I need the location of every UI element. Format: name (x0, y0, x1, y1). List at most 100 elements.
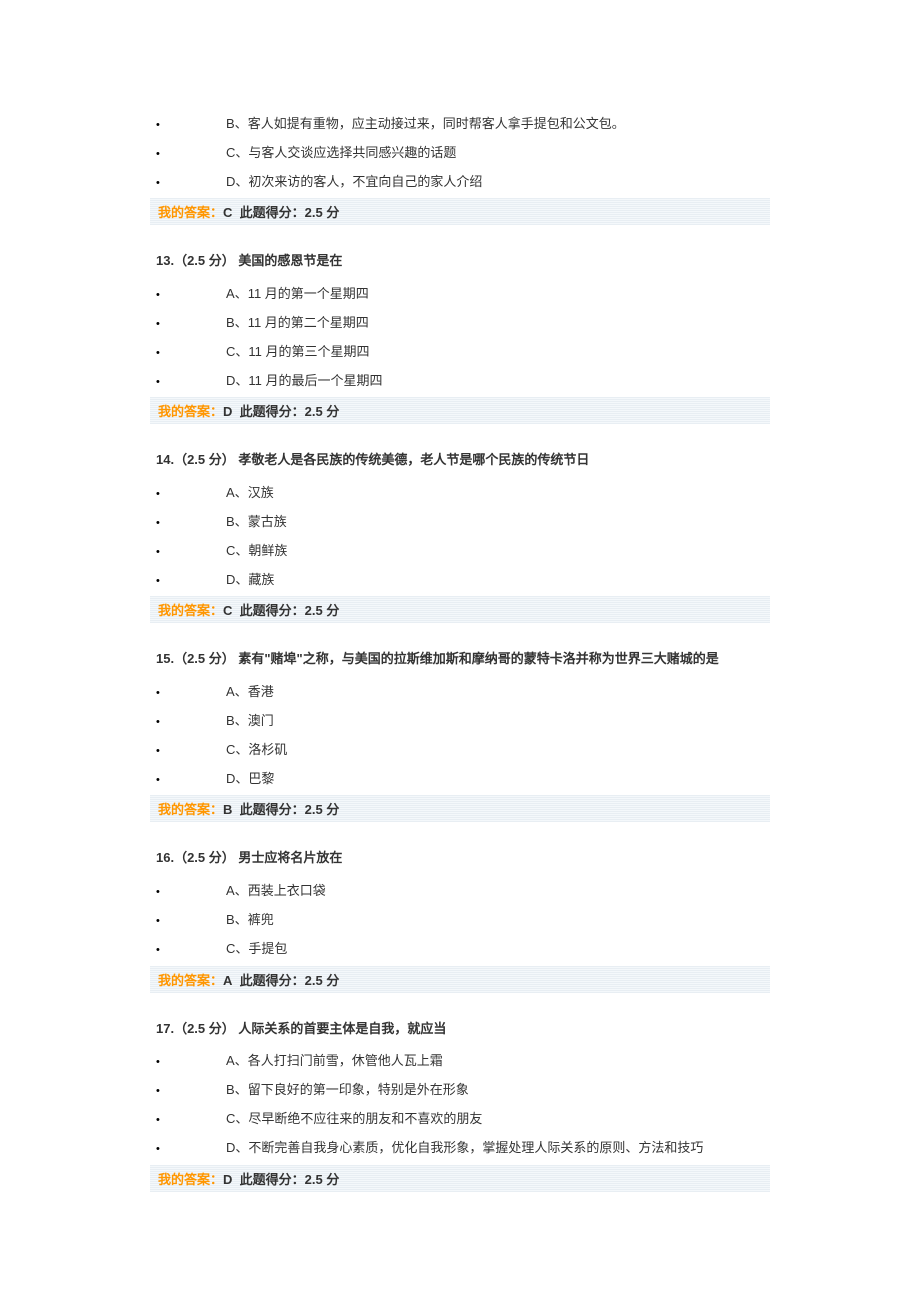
option-text: D、11 月的最后一个星期四 (226, 371, 383, 392)
option-text: D、藏族 (226, 570, 274, 591)
answer-bar: 我的答案：D 此题得分：2.5 分 (150, 1165, 770, 1192)
question-options: • A、香港 • B、澳门 • C、洛杉矶 • D、巴黎 (150, 678, 770, 793)
option-row: • A、西装上衣口袋 (150, 877, 770, 906)
option-row: • A、香港 (150, 678, 770, 707)
my-answer-label: 我的答案： (158, 603, 223, 618)
option-row: • C、手提包 (150, 935, 770, 964)
option-row: • D、11 月的最后一个星期四 (150, 367, 770, 396)
answer-letter: D (223, 1172, 232, 1187)
answer-letter: A (223, 973, 232, 988)
question-title: 17.（2.5 分） 人际关系的首要主体是自我，就应当 (156, 1019, 770, 1040)
page-content: • B、客人如提有重物，应主动接过来，同时帮客人拿手提包和公文包。 • C、与客… (0, 0, 920, 1272)
option-row: • A、汉族 (150, 479, 770, 508)
bullet-icon: • (150, 316, 226, 334)
option-text: C、手提包 (226, 939, 287, 960)
question-title: 13.（2.5 分） 美国的感恩节是在 (156, 251, 770, 272)
bullet-icon: • (150, 374, 226, 392)
answer-bar: 我的答案：C 此题得分：2.5 分 (150, 198, 770, 225)
bullet-icon: • (150, 884, 226, 902)
option-row: • C、洛杉矶 (150, 736, 770, 765)
bullet-icon: • (150, 515, 226, 533)
option-text: D、不断完善自我身心素质，优化自我形象，掌握处理人际关系的原则、方法和技巧 (226, 1138, 703, 1159)
option-text: C、11 月的第三个星期四 (226, 342, 370, 363)
bullet-icon: • (150, 913, 226, 931)
option-text: A、香港 (226, 682, 274, 703)
option-row: • D、初次来访的客人，不宜向自己的家人介绍 (150, 168, 770, 197)
answer-bar: 我的答案：A 此题得分：2.5 分 (150, 966, 770, 993)
score-text: 此题得分：2.5 分 (240, 973, 340, 988)
my-answer-label: 我的答案： (158, 205, 223, 220)
option-row: • A、11 月的第一个星期四 (150, 280, 770, 309)
option-text: A、各人打扫门前雪，休管他人瓦上霜 (226, 1051, 443, 1072)
bullet-icon: • (150, 1083, 226, 1101)
option-text: A、西装上衣口袋 (226, 881, 326, 902)
option-text: B、11 月的第二个星期四 (226, 313, 369, 334)
option-row: • B、11 月的第二个星期四 (150, 309, 770, 338)
option-text: B、蒙古族 (226, 512, 287, 533)
answer-letter: B (223, 802, 232, 817)
option-text: B、澳门 (226, 711, 274, 732)
bullet-icon: • (150, 1141, 226, 1159)
option-text: C、朝鲜族 (226, 541, 287, 562)
bullet-icon: • (150, 1054, 226, 1072)
option-row: • B、客人如提有重物，应主动接过来，同时帮客人拿手提包和公文包。 (150, 110, 770, 139)
option-text: C、与客人交谈应选择共同感兴趣的话题 (226, 143, 456, 164)
option-text: D、巴黎 (226, 769, 274, 790)
question-title: 14.（2.5 分） 孝敬老人是各民族的传统美德，老人节是哪个民族的传统节日 (156, 450, 770, 471)
option-text: B、裤兜 (226, 910, 274, 931)
my-answer-label: 我的答案： (158, 1172, 223, 1187)
option-text: D、初次来访的客人，不宜向自己的家人介绍 (226, 172, 482, 193)
question-options: • A、西装上衣口袋 • B、裤兜 • C、手提包 (150, 877, 770, 963)
answer-letter: C (223, 205, 232, 220)
option-row: • C、11 月的第三个星期四 (150, 338, 770, 367)
option-row: • D、不断完善自我身心素质，优化自我形象，掌握处理人际关系的原则、方法和技巧 (150, 1134, 770, 1163)
bullet-icon: • (150, 146, 226, 164)
score-text: 此题得分：2.5 分 (240, 404, 340, 419)
bullet-icon: • (150, 714, 226, 732)
score-text: 此题得分：2.5 分 (240, 205, 340, 220)
bullet-icon: • (150, 685, 226, 703)
question-title: 16.（2.5 分） 男士应将名片放在 (156, 848, 770, 869)
option-row: • D、藏族 (150, 566, 770, 595)
partial-question-options: • B、客人如提有重物，应主动接过来，同时帮客人拿手提包和公文包。 • C、与客… (150, 110, 770, 196)
question-options: • A、各人打扫门前雪，休管他人瓦上霜 • B、留下良好的第一印象，特别是外在形… (150, 1047, 770, 1162)
bullet-icon: • (150, 743, 226, 761)
option-row: • D、巴黎 (150, 765, 770, 794)
question-title: 15.（2.5 分） 素有"赌埠"之称，与美国的拉斯维加斯和摩纳哥的蒙特卡洛并称… (156, 649, 770, 670)
answer-bar: 我的答案：B 此题得分：2.5 分 (150, 795, 770, 822)
score-text: 此题得分：2.5 分 (240, 603, 340, 618)
score-text: 此题得分：2.5 分 (240, 802, 340, 817)
option-row: • C、尽早断绝不应往来的朋友和不喜欢的朋友 (150, 1105, 770, 1134)
bullet-icon: • (150, 544, 226, 562)
option-text: B、留下良好的第一印象，特别是外在形象 (226, 1080, 469, 1101)
bullet-icon: • (150, 1112, 226, 1130)
option-text: A、汉族 (226, 483, 274, 504)
bullet-icon: • (150, 175, 226, 193)
option-text: A、11 月的第一个星期四 (226, 284, 369, 305)
option-row: • B、澳门 (150, 707, 770, 736)
answer-letter: D (223, 404, 232, 419)
bullet-icon: • (150, 345, 226, 363)
question-options: • A、汉族 • B、蒙古族 • C、朝鲜族 • D、藏族 (150, 479, 770, 594)
option-row: • C、与客人交谈应选择共同感兴趣的话题 (150, 139, 770, 168)
bullet-icon: • (150, 772, 226, 790)
option-row: • B、留下良好的第一印象，特别是外在形象 (150, 1076, 770, 1105)
my-answer-label: 我的答案： (158, 802, 223, 817)
option-row: • C、朝鲜族 (150, 537, 770, 566)
bullet-icon: • (150, 486, 226, 504)
option-text: B、客人如提有重物，应主动接过来，同时帮客人拿手提包和公文包。 (226, 114, 625, 135)
option-row: • B、蒙古族 (150, 508, 770, 537)
answer-bar: 我的答案：C 此题得分：2.5 分 (150, 596, 770, 623)
bullet-icon: • (150, 287, 226, 305)
bullet-icon: • (150, 573, 226, 591)
option-row: • A、各人打扫门前雪，休管他人瓦上霜 (150, 1047, 770, 1076)
my-answer-label: 我的答案： (158, 404, 223, 419)
bullet-icon: • (150, 117, 226, 135)
bullet-icon: • (150, 942, 226, 960)
my-answer-label: 我的答案： (158, 973, 223, 988)
answer-bar: 我的答案：D 此题得分：2.5 分 (150, 397, 770, 424)
option-text: C、尽早断绝不应往来的朋友和不喜欢的朋友 (226, 1109, 482, 1130)
question-options: • A、11 月的第一个星期四 • B、11 月的第二个星期四 • C、11 月… (150, 280, 770, 395)
option-row: • B、裤兜 (150, 906, 770, 935)
score-text: 此题得分：2.5 分 (240, 1172, 340, 1187)
